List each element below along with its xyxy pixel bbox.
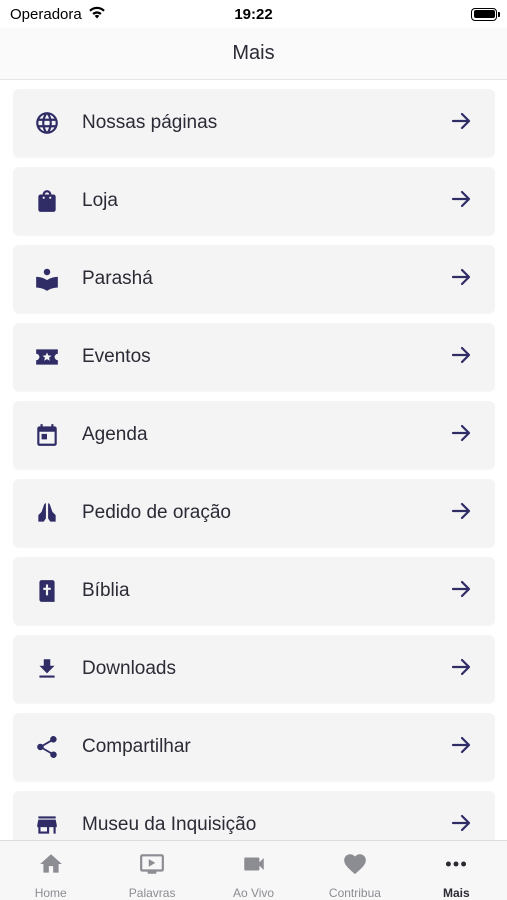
menu-item-label: Downloads	[82, 658, 176, 679]
tab-mais[interactable]: Mais	[406, 841, 507, 900]
menu-item-compartilhar[interactable]: Compartilhar	[13, 713, 495, 781]
arrow-right-icon	[449, 109, 473, 138]
menu-item-pedido-de-oracao[interactable]: Pedido de oração	[13, 479, 495, 547]
wifi-icon	[88, 5, 106, 23]
reading-book-icon	[33, 265, 61, 293]
menu-item-label: Eventos	[82, 346, 151, 367]
praying-hands-icon	[33, 499, 61, 527]
menu-item-museu-da-inquisicao[interactable]: Museu da Inquisição	[13, 791, 495, 840]
bible-icon	[33, 577, 61, 605]
arrow-right-icon	[449, 577, 473, 606]
shopping-bag-icon	[33, 187, 61, 215]
tab-label: Ao Vivo	[232, 886, 275, 900]
arrow-right-icon	[449, 733, 473, 762]
menu-item-label: Compartilhar	[82, 736, 191, 757]
menu-item-label: Museu da Inquisição	[82, 814, 257, 835]
menu-item-parasha[interactable]: Parashá	[13, 245, 495, 313]
status-bar: Operadora 19:22	[0, 0, 507, 28]
navigation-bar: Mais	[0, 28, 507, 80]
menu-item-label: Parashá	[82, 268, 153, 289]
share-icon	[33, 733, 61, 761]
tab-palavras[interactable]: Palavras	[101, 841, 202, 900]
camera-icon	[241, 851, 267, 882]
arrow-right-icon	[449, 655, 473, 684]
menu-item-label: Agenda	[82, 424, 148, 445]
heart-icon	[342, 851, 368, 882]
arrow-right-icon	[449, 499, 473, 528]
arrow-right-icon	[449, 811, 473, 840]
menu-item-downloads[interactable]: Downloads	[13, 635, 495, 703]
menu-item-label: Loja	[82, 190, 118, 211]
home-icon	[38, 851, 64, 882]
menu-item-biblia[interactable]: Bíblia	[13, 557, 495, 625]
battery-icon	[471, 7, 500, 21]
menu-list: Nossas páginas Loja Parashá Eventos Agen…	[0, 80, 507, 840]
video-player-icon	[139, 851, 165, 882]
tab-label: Contribua	[328, 886, 381, 900]
storefront-icon	[33, 811, 61, 839]
menu-item-label: Bíblia	[82, 580, 130, 601]
tab-label: Palavras	[128, 886, 176, 900]
tab-home[interactable]: Home	[0, 841, 101, 900]
ticket-star-icon	[33, 343, 61, 371]
more-dots-icon	[443, 851, 469, 882]
tab-label: Home	[34, 886, 67, 900]
page-title: Mais	[232, 42, 275, 64]
menu-item-eventos[interactable]: Eventos	[13, 323, 495, 391]
tab-label: Mais	[442, 886, 470, 900]
download-icon	[33, 655, 61, 683]
menu-item-label: Pedido de oração	[82, 502, 231, 523]
menu-item-label: Nossas páginas	[82, 112, 218, 133]
arrow-right-icon	[449, 265, 473, 294]
menu-item-agenda[interactable]: Agenda	[13, 401, 495, 469]
globe-icon	[33, 109, 61, 137]
arrow-right-icon	[449, 187, 473, 216]
menu-item-loja[interactable]: Loja	[13, 167, 495, 235]
tab-bar: Home Palavras Ao Vivo Contribua Mais	[0, 840, 507, 900]
arrow-right-icon	[449, 343, 473, 372]
tab-ao-vivo[interactable]: Ao Vivo	[203, 841, 304, 900]
arrow-right-icon	[449, 421, 473, 450]
carrier-label: Operadora	[10, 5, 82, 23]
calendar-icon	[33, 421, 61, 449]
tab-contribua[interactable]: Contribua	[304, 841, 405, 900]
status-left: Operadora	[10, 5, 106, 23]
menu-item-nossas-paginas[interactable]: Nossas páginas	[13, 89, 495, 157]
